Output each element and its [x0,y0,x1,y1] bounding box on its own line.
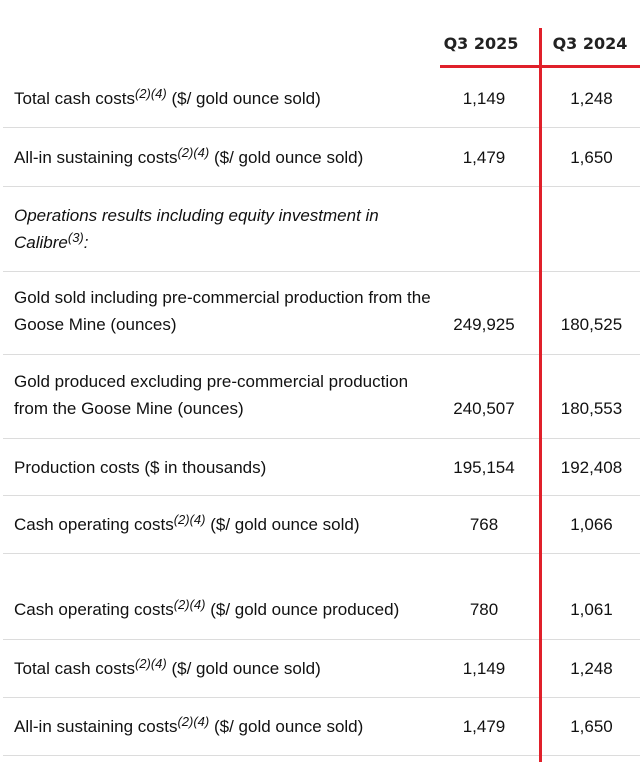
value-q3-2025: 1,479 [462,717,506,736]
row-label: Total cash costs(2)(4) ($/ gold ounce so… [3,655,439,682]
footnote-ref: (2)(4) [134,656,167,671]
label-text-suffix: ($/ gold ounce sold) [209,717,364,736]
footnote-ref: (2)(4) [177,144,210,160]
label-text-suffix: ($/ gold ounce sold) [166,659,321,678]
footnote-ref: (2)(4) [134,86,167,101]
value-q3-2024: 1,248 [570,659,613,678]
value-q3-2024: 180,553 [560,399,623,418]
value-q3-2024: 1,061 [570,600,613,619]
table-row: All-in sustaining costs(2)(4) ($/ gold o… [3,698,640,756]
table-row: Gold sold including pre-commercial produ… [3,272,640,355]
table-row: Cash operating costs(2)(4) ($/ gold ounc… [3,496,640,554]
label-text: All-in sustaining costs [14,717,178,736]
value-q3-2024: 180,525 [560,315,623,334]
label-text: Production costs ($ in thousands) [14,457,267,477]
value-q3-2025: 1,479 [462,147,506,167]
value-q3-2025: 780 [469,600,499,619]
label-text: Total cash costs [14,89,135,108]
value-q3-2025: 195,154 [453,457,515,477]
row-label: Gold sold including pre-commercial produ… [3,284,439,338]
value-q3-2025: 768 [469,515,499,534]
label-text-suffix: ($/ gold ounce sold) [166,89,321,108]
label-text: Cash operating costs [14,600,174,619]
label-text: Cash operating costs [14,515,174,534]
table-row: Production costs ($ in thousands) 195,15… [3,439,640,496]
column-header-q3-2024: Q3 2024 [552,34,628,53]
value-q3-2025: 240,507 [453,399,515,418]
table-row: Cash operating costs(2)(4) ($/ gold ounc… [3,554,640,640]
row-label: Gold produced excluding pre-commercial p… [3,368,439,422]
footnote-ref: (2)(4) [177,714,210,729]
value-q3-2024: 1,650 [570,717,613,736]
label-text: Operations results including equity inve… [14,206,379,252]
column-header-q3-2025: Q3 2025 [443,34,519,53]
row-label: Cash operating costs(2)(4) ($/ gold ounc… [3,596,439,623]
value-q3-2025: 249,925 [453,315,515,334]
table-row: All-in sustaining costs(2)(4) ($/ gold o… [3,128,640,187]
table-row: Total cash costs(2)(4) ($/ gold ounce so… [3,640,640,698]
footnote-ref: (2)(4) [173,597,206,612]
label-text-suffix: : [83,233,89,252]
footnote-ref: (3) [67,230,84,245]
label-text: All-in sustaining costs [14,147,178,167]
annotation-horizontal-line [440,65,640,68]
label-text: Gold produced excluding pre-commercial p… [14,372,409,418]
row-label: All-in sustaining costs(2)(4) ($/ gold o… [3,144,439,171]
table-row: Total cash costs(2)(4) ($/ gold ounce so… [3,70,640,128]
row-label: Production costs ($ in thousands) [3,454,439,481]
annotation-vertical-line [539,28,542,762]
label-text-suffix: ($/ gold ounce produced) [205,600,400,619]
value-q3-2024: 1,248 [570,89,613,108]
value-q3-2025: 1,149 [462,659,506,678]
value-q3-2024: 1,650 [570,147,613,167]
section-heading: Operations results including equity inve… [3,202,439,256]
label-text-suffix: ($/ gold ounce sold) [205,515,360,534]
footnote-ref: (2)(4) [173,512,206,527]
row-label: Cash operating costs(2)(4) ($/ gold ounc… [3,511,439,538]
table-row: Gold produced excluding pre-commercial p… [3,355,640,439]
row-label: Total cash costs(2)(4) ($/ gold ounce so… [3,85,439,112]
value-q3-2025: 1,149 [462,89,506,108]
label-text-suffix: ($/ gold ounce sold) [209,147,364,167]
value-q3-2024: 1,066 [570,515,613,534]
label-text: Gold sold including pre-commercial produ… [14,288,431,334]
row-label: All-in sustaining costs(2)(4) ($/ gold o… [3,713,439,740]
table-header: Q3 2025 Q3 2024 [0,0,640,70]
label-text: Total cash costs [14,659,135,678]
table-row: Operations results including equity inve… [3,187,640,272]
value-q3-2024: 192,408 [560,457,623,477]
